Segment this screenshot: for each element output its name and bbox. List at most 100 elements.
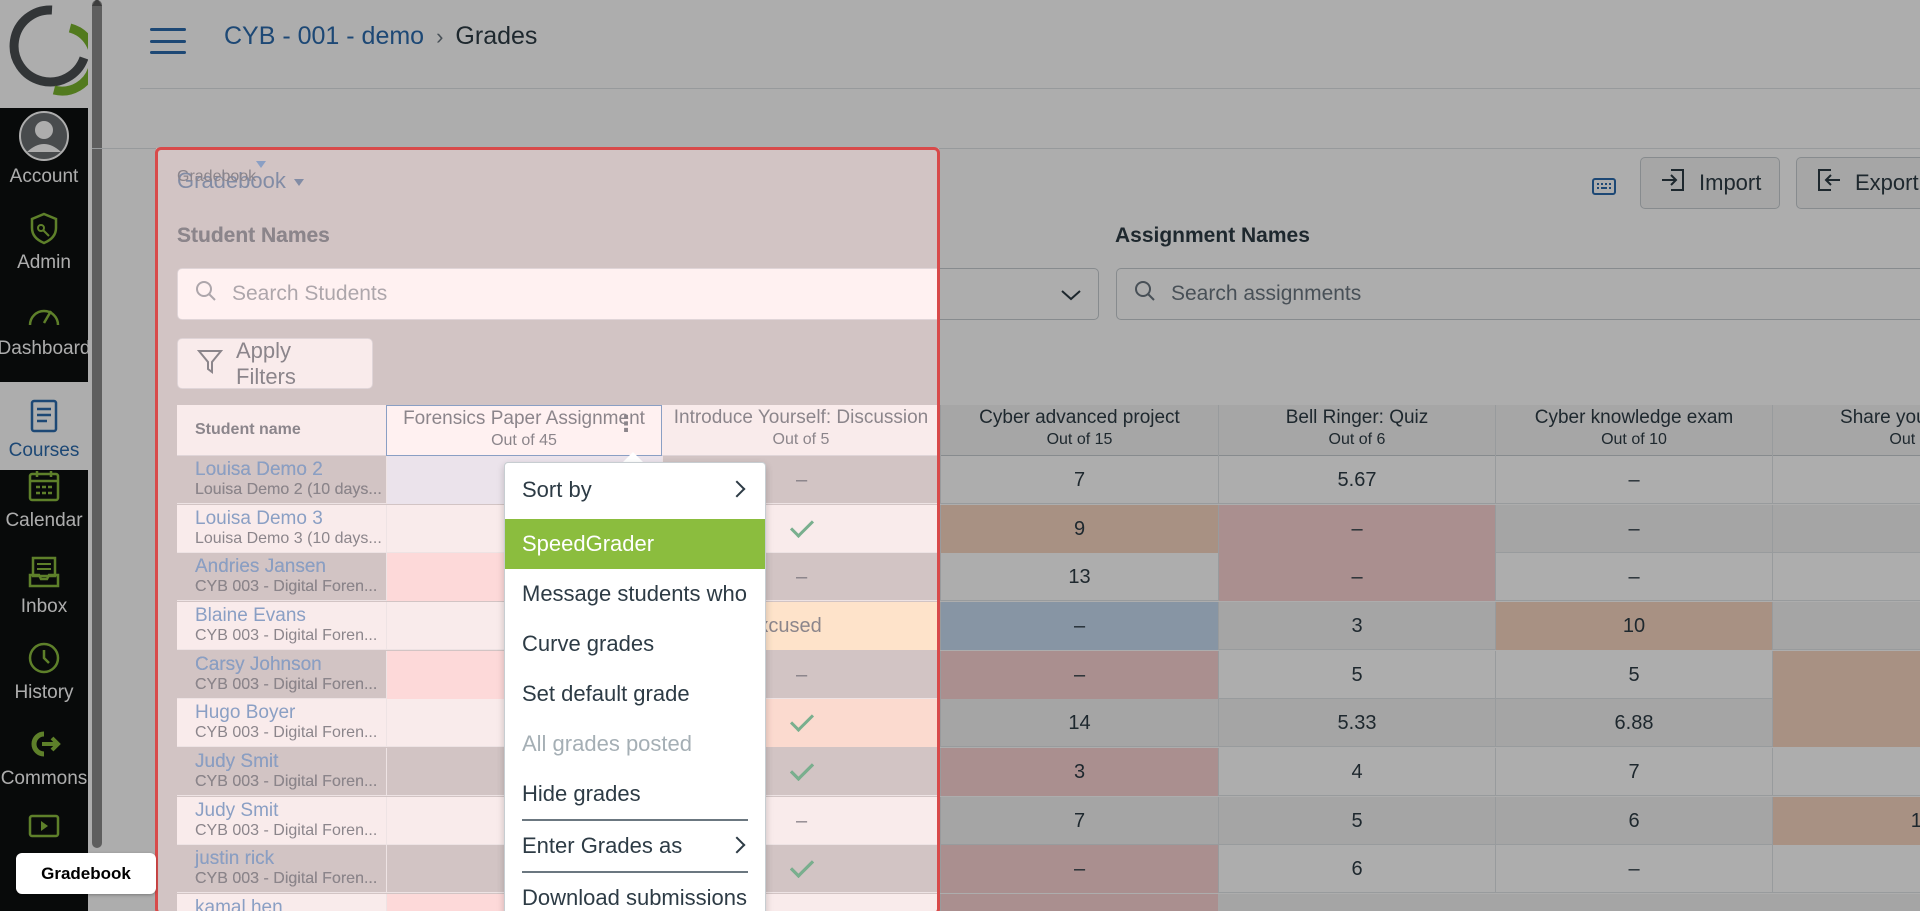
grade-cell[interactable]: 13	[940, 553, 1218, 601]
nav-inbox[interactable]: Inbox	[0, 540, 88, 626]
grade-cell[interactable]: 4	[1218, 748, 1495, 796]
grade-cell[interactable]: –	[940, 651, 1218, 699]
scroll-up-icon[interactable]	[92, 0, 102, 6]
menu-item-curve-grades[interactable]: Curve grades	[505, 619, 765, 669]
grade-cell[interactable]: 8	[1772, 748, 1920, 796]
grade-cell[interactable]: –	[940, 845, 1218, 893]
export-button[interactable]: Export	[1796, 157, 1920, 209]
kebab-menu-icon[interactable]: ⋮	[615, 413, 637, 435]
grade-cell[interactable]: 10	[1772, 797, 1920, 845]
assignment-column-header[interactable]: Cyber advanced project Out of 15	[940, 405, 1218, 456]
grade-cell[interactable]: 6	[1495, 797, 1772, 845]
grade-cell[interactable]: –	[1772, 456, 1920, 504]
grade-cell[interactable]: 7	[940, 797, 1218, 845]
gradebook-view-menu-highlight-copy[interactable]: Gradebook	[177, 161, 304, 194]
grade-cell[interactable]: 4	[1772, 602, 1920, 650]
grade-cell[interactable]: 6	[1772, 651, 1920, 699]
assignment-title: Cyber advanced project	[979, 407, 1180, 428]
assignment-points: Out of 15	[1046, 431, 1113, 448]
assignment-points: Out of 10	[1601, 431, 1667, 448]
nav-studio[interactable]	[0, 800, 88, 860]
grade-cell[interactable]: 5	[1495, 651, 1772, 699]
keyboard-shortcuts-icon[interactable]	[1592, 176, 1616, 201]
student-name-link[interactable]: kamal hen	[195, 897, 386, 911]
grade-cell[interactable]: –	[1772, 505, 1920, 553]
student-name-link[interactable]: Blaine Evans	[195, 605, 386, 626]
nav-account[interactable]: Account	[0, 110, 88, 196]
grade-cell[interactable]: 5.67	[1218, 456, 1495, 504]
student-name-link[interactable]: Louisa Demo 2	[195, 459, 386, 480]
student-name-column-header[interactable]: Student name	[177, 405, 386, 456]
grade-cell[interactable]: –	[1495, 505, 1772, 553]
menu-item-enter-grades-as[interactable]: Enter Grades as	[505, 821, 765, 871]
grade-cell[interactable]: 8	[1772, 699, 1920, 747]
grade-cell[interactable]: –	[1772, 553, 1920, 601]
assignment-title: Introduce Yourself: Discussion	[673, 407, 929, 428]
menu-item-sort-by[interactable]: Sort by	[505, 465, 765, 515]
course-menu-toggle[interactable]	[150, 28, 186, 54]
student-search-input-highlight-copy[interactable]: Search Students	[177, 268, 939, 320]
grade-cell[interactable]: 0	[1772, 845, 1920, 893]
grade-cell[interactable]: 3	[940, 748, 1218, 796]
grade-cell[interactable]: 6.88	[1495, 699, 1772, 747]
grade-cell[interactable]: –	[940, 602, 1218, 650]
student-cell: Judy Smit CYB 003 - Digital Foren...	[177, 748, 386, 796]
grade-cell[interactable]: 9	[940, 505, 1218, 553]
assignment-column-header[interactable]: Share your Out of	[1772, 405, 1920, 456]
nav-commons[interactable]: Commons	[0, 712, 88, 798]
grade-cell[interactable]: –	[1495, 553, 1772, 601]
nav-calendar[interactable]: Calendar	[0, 454, 88, 540]
student-names-label-highlight-copy: Student Names	[177, 224, 330, 247]
nav-history[interactable]: History	[0, 626, 88, 712]
grade-cell[interactable]: 10	[1495, 602, 1772, 650]
grade-cell[interactable]: 5	[1218, 797, 1495, 845]
menu-item-message-students[interactable]: Message students who	[505, 569, 765, 619]
student-name-link[interactable]: Judy Smit	[195, 800, 386, 821]
grade-cell[interactable]: 14	[940, 699, 1218, 747]
assignment-points: Out of 6	[1328, 431, 1386, 448]
grade-cell[interactable]: 5	[1218, 651, 1495, 699]
breadcrumb-course-link[interactable]: CYB - 001 - demo	[224, 22, 424, 51]
grade-cell[interactable]: 3	[1218, 602, 1495, 650]
grade-cell[interactable]: 7	[940, 456, 1218, 504]
caret-down-icon	[256, 161, 267, 185]
student-name-link[interactable]: Judy Smit	[195, 751, 386, 772]
nav-dashboard-label: Dashboard	[0, 338, 91, 359]
import-button[interactable]: Import	[1640, 157, 1780, 209]
student-name-link[interactable]: Louisa Demo 3	[195, 508, 386, 529]
student-name-link[interactable]: Hugo Boyer	[195, 702, 386, 723]
nav-dashboard[interactable]: Dashboard	[0, 282, 91, 368]
assignment-search-input[interactable]: Search assignments	[1116, 268, 1920, 320]
student-name-link[interactable]: Andries Jansen	[195, 556, 386, 577]
grade-cell[interactable]: –	[1218, 553, 1495, 601]
grade-cell[interactable]: 7	[1495, 748, 1772, 796]
assignment-column-header[interactable]: Bell Ringer: Quiz Out of 6	[1218, 405, 1495, 456]
apply-filters-button-highlight-copy[interactable]: Apply Filters	[177, 338, 373, 389]
student-section: CYB 003 - Digital Foren...	[195, 822, 378, 839]
grade-cell[interactable]: 6	[1218, 845, 1495, 893]
nav-scrollbar-thumb[interactable]	[92, 0, 102, 848]
student-name-link[interactable]: justin rick	[195, 848, 386, 869]
grade-cell[interactable]: –	[1495, 456, 1772, 504]
student-name-link[interactable]: Carsy Johnson	[195, 654, 386, 675]
assignment-column-header[interactable]: Cyber knowledge exam Out of 10	[1495, 405, 1772, 456]
nav-admin[interactable]: Admin	[0, 196, 88, 282]
institution-logo[interactable]	[0, 0, 99, 108]
nav-calendar-label: Calendar	[5, 510, 83, 531]
breadcrumb: CYB - 001 - demo › Grades	[224, 22, 537, 51]
grade-cell[interactable]: –	[1495, 845, 1772, 893]
grade-cell[interactable]: –	[1218, 505, 1495, 553]
assignment-column-header[interactable]: Introduce Yourself: Discussion Out of 5	[662, 405, 939, 456]
assignment-column-header[interactable]: Forensics Paper Assignment Out of 45 ⋮	[386, 405, 662, 456]
menu-item-download-submissions[interactable]: Download submissions	[505, 873, 765, 911]
menu-item-hide-grades[interactable]: Hide grades	[505, 769, 765, 819]
menu-item-set-default-grade[interactable]: Set default grade	[505, 669, 765, 719]
chevron-right-icon	[728, 480, 746, 498]
menu-item-label: Curve grades	[522, 631, 655, 656]
menu-item-speedgrader[interactable]: SpeedGrader	[505, 519, 765, 569]
chevron-down-icon[interactable]	[1060, 285, 1082, 309]
search-icon	[194, 279, 218, 309]
import-label: Import	[1699, 170, 1762, 195]
grade-cell[interactable]: 5.33	[1218, 699, 1495, 747]
grade-cell[interactable]	[940, 894, 1218, 911]
